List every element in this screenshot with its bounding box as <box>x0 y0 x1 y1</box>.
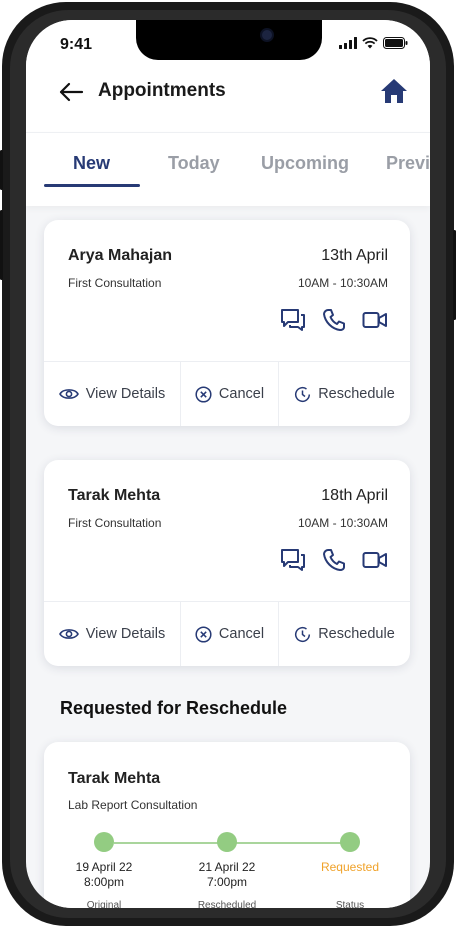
tab-new[interactable]: New <box>73 153 110 174</box>
cancel-label: Cancel <box>218 626 265 642</box>
appointment-date: 18th April <box>321 487 388 504</box>
phone-screen: 9:41 Appointments New Today Upcoming Pre… <box>26 20 430 908</box>
tab-bar: New Today Upcoming Previ <box>26 132 430 206</box>
status-bar: 9:41 <box>26 20 430 70</box>
home-icon[interactable] <box>380 78 408 104</box>
clock-icon <box>295 386 311 402</box>
contact-actions <box>280 548 388 572</box>
rescheduled-date: 21 April 22 <box>198 860 256 874</box>
camera <box>260 28 274 42</box>
status-time: 9:41 <box>60 36 93 53</box>
status-icons <box>339 37 408 49</box>
original-time: 8:00pm <box>83 875 125 889</box>
timeline-dot-rescheduled <box>217 832 237 852</box>
reschedule-button[interactable]: Reschedule <box>278 602 410 666</box>
battery-icon <box>383 37 408 49</box>
eye-icon <box>58 629 79 639</box>
status-caption: Status <box>335 900 365 908</box>
appointment-date: 13th April <box>321 247 388 264</box>
cancel-circle-icon <box>195 385 212 403</box>
rescheduled-caption: Rescheduled <box>197 900 257 908</box>
card-action-bar: View Details Cancel Reschedule <box>44 602 410 666</box>
consultation-type: First Consultation <box>68 516 162 530</box>
back-arrow-icon[interactable] <box>58 80 84 104</box>
patient-name: Tarak Mehta <box>68 487 161 504</box>
app-header: Appointments <box>26 70 430 132</box>
video-icon[interactable] <box>362 310 388 330</box>
contact-actions <box>280 308 388 332</box>
view-details-button[interactable]: View Details <box>44 362 180 426</box>
video-icon[interactable] <box>362 550 388 570</box>
original-caption: Original <box>86 900 122 908</box>
eye-icon <box>58 389 79 399</box>
reschedule-request-card[interactable]: Tarak Mehta Lab Report Consultation 19 A… <box>44 742 410 908</box>
timeline-dot-original <box>94 832 114 852</box>
phone-icon[interactable] <box>322 548 346 572</box>
cancel-label: Cancel <box>218 386 265 402</box>
appointment-time: 10AM - 10:30AM <box>297 516 388 530</box>
original-slot: 19 April 22 8:00pm <box>59 860 149 890</box>
appointment-card: Tarak Mehta First Consultation 18th Apri… <box>44 460 410 666</box>
view-details-label: View Details <box>85 626 166 642</box>
active-tab-indicator <box>44 184 140 187</box>
notch <box>136 20 322 60</box>
consultation-type: Lab Report Consultation <box>68 798 198 812</box>
appointment-card: Arya Mahajan First Consultation 13th Apr… <box>44 220 410 426</box>
tab-upcoming[interactable]: Upcoming <box>261 153 349 174</box>
status-badge: Requested <box>320 860 380 874</box>
phone-icon[interactable] <box>322 308 346 332</box>
timeline-dot-status <box>340 832 360 852</box>
chat-icon[interactable] <box>280 308 306 332</box>
reschedule-label: Reschedule <box>318 386 395 402</box>
patient-name: Tarak Mehta <box>68 770 161 787</box>
reschedule-label: Reschedule <box>318 626 395 642</box>
phone-side-button <box>0 150 3 190</box>
original-date: 19 April 22 <box>75 860 133 874</box>
phone-side-button <box>0 210 3 280</box>
patient-name: Arya Mahajan <box>68 247 173 264</box>
wifi-icon <box>362 37 378 49</box>
view-details-button[interactable]: View Details <box>44 602 180 666</box>
clock-icon <box>295 626 311 642</box>
chat-icon[interactable] <box>280 548 306 572</box>
appointment-time: 10AM - 10:30AM <box>297 276 388 290</box>
page-title: Appointments <box>98 80 226 101</box>
cancel-button[interactable]: Cancel <box>180 362 278 426</box>
consultation-type: First Consultation <box>68 276 162 290</box>
rescheduled-time: 7:00pm <box>206 875 248 889</box>
reschedule-button[interactable]: Reschedule <box>278 362 410 426</box>
cancel-circle-icon <box>195 625 212 643</box>
section-title: Requested for Reschedule <box>60 698 288 718</box>
cancel-button[interactable]: Cancel <box>180 602 278 666</box>
signal-icon <box>339 37 357 49</box>
tab-previous[interactable]: Previ <box>386 153 430 174</box>
rescheduled-slot: 21 April 22 7:00pm <box>182 860 272 890</box>
tab-today[interactable]: Today <box>168 153 220 174</box>
card-action-bar: View Details Cancel Reschedule <box>44 362 410 426</box>
view-details-label: View Details <box>85 386 166 402</box>
